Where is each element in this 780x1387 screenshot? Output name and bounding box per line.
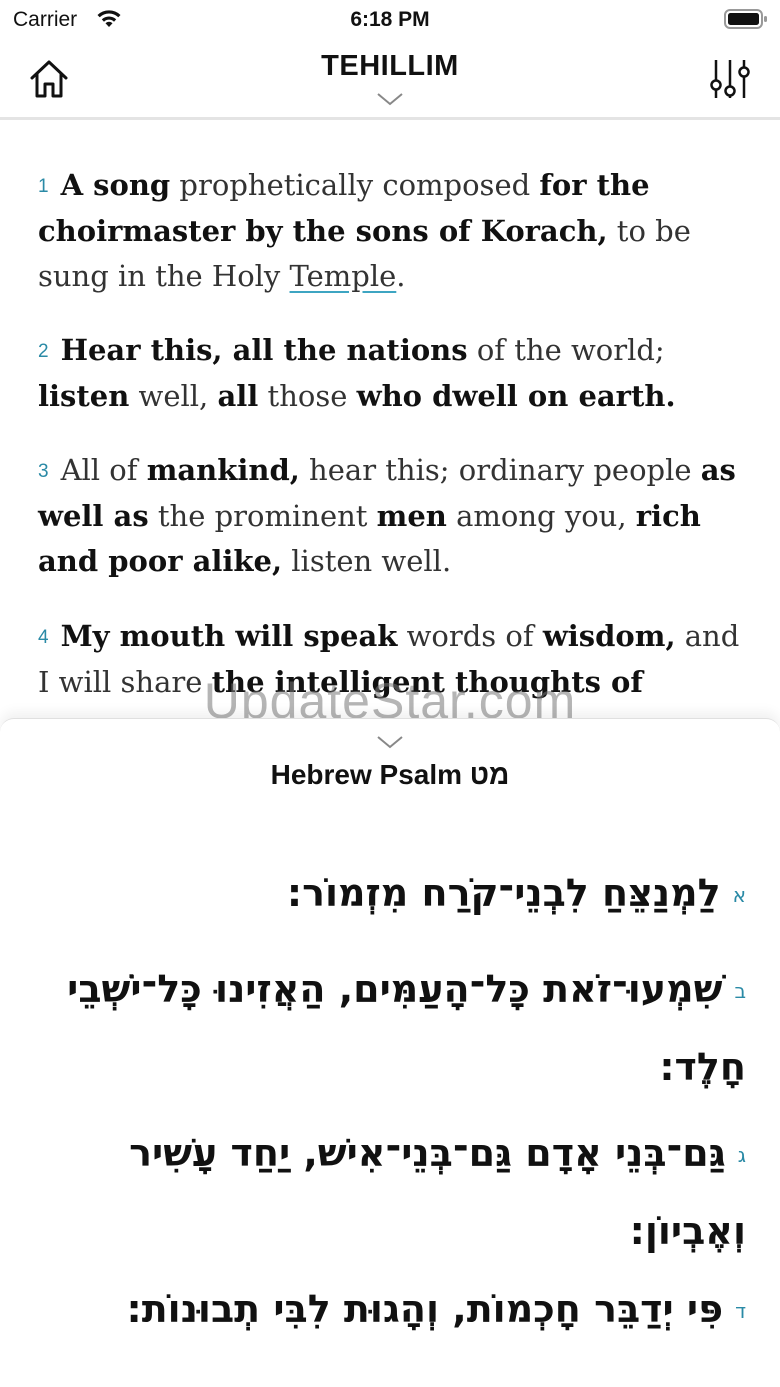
verse-text-bold: mankind, xyxy=(146,453,300,487)
chevron-down-icon[interactable] xyxy=(376,92,404,106)
verse-number: 2 xyxy=(38,341,49,362)
book-title[interactable]: TEHILLIM xyxy=(0,50,780,83)
hebrew-panel[interactable]: Hebrew Psalm מט א לַמְנַצֵּחַ לִבְנֵי־קֹר… xyxy=(0,718,780,1387)
sliders-icon[interactable] xyxy=(710,58,750,100)
nav-bar: TEHILLIM xyxy=(0,40,780,120)
verse-text: hear this; ordinary people xyxy=(299,453,701,487)
verse-2[interactable]: 2 Hear this, all the nations of the world… xyxy=(38,328,748,419)
verse-3[interactable]: 3 All of mankind, hear this; ordinary peo… xyxy=(38,448,748,584)
hebrew-verse-text: גַּם־בְּנֵי אָדָם גַּם־בְּנֵי־אִישׁ, יַח… xyxy=(129,1131,746,1253)
verse-text: among you, xyxy=(446,499,636,533)
chevron-down-icon[interactable] xyxy=(376,735,404,749)
verse-text-bold: Hear this, all the nations xyxy=(60,333,468,367)
verse-text: words of xyxy=(397,619,543,653)
verse-text: those xyxy=(258,379,357,413)
verse-number: 1 xyxy=(38,176,49,197)
verse-text: well, xyxy=(129,379,218,413)
hebrew-verse-text: פִּי יְדַבֵּר חָכְמוֹת, וְהָגוּת לִבִּי … xyxy=(126,1287,724,1331)
verse-text: the prominent xyxy=(148,499,377,533)
verse-text-bold: My mouth will speak xyxy=(60,619,398,653)
hebrew-verse-1[interactable]: א לַמְנַצֵּחַ לִבְנֵי־קֹרַח מִזְמוֹר: xyxy=(26,855,746,933)
verse-number: 3 xyxy=(38,461,49,482)
verse-text: of the world; xyxy=(467,333,665,367)
hebrew-panel-title: Hebrew Psalm מט xyxy=(270,759,510,790)
hebrew-verse-number: ד xyxy=(735,1299,746,1323)
status-time: 6:18 PM xyxy=(350,8,430,31)
verse-text: All of xyxy=(60,453,147,487)
verse-text-bold: listen xyxy=(38,379,130,413)
status-bar: Carrier 6:18 PM xyxy=(0,0,780,40)
verse-text-bold: wisdom, xyxy=(542,619,676,653)
hebrew-verse-text: לַמְנַצֵּחַ לִבְנֵי־קֹרַח מִזְמוֹר: xyxy=(286,871,721,915)
english-reader[interactable]: 1A song prophetically composed for the c… xyxy=(0,122,780,720)
hebrew-verse-4[interactable]: ד פִּי יְדַבֵּר חָכְמוֹת, וְהָגוּת לִבִּי… xyxy=(26,1271,746,1349)
verse-text: prophetically composed xyxy=(170,168,540,202)
hebrew-verse-text: שִׁמְעוּ־זֹאת כָּל־הָעַמִּים, הַאֲזִינוּ… xyxy=(67,967,746,1089)
battery-icon xyxy=(724,9,767,29)
hebrew-verse-2[interactable]: בשִׁמְעוּ־זֹאת כָּל־הָעַמִּים, הַאֲזִינו… xyxy=(26,951,746,1105)
verse-text-bold: who dwell on earth. xyxy=(356,379,676,413)
verse-number: 4 xyxy=(38,627,49,648)
temple-link[interactable]: Temple xyxy=(290,259,397,293)
verse-text: . xyxy=(396,259,406,293)
verse-1[interactable]: 1A song prophetically composed for the c… xyxy=(38,163,748,299)
verse-text-bold: A song xyxy=(60,168,171,202)
verse-text: listen well. xyxy=(282,544,452,578)
hebrew-verse-3[interactable]: גגַּם־בְּנֵי אָדָם גַּם־בְּנֵי־אִישׁ, יַ… xyxy=(26,1115,746,1269)
hebrew-verse-number: א xyxy=(732,883,746,907)
verse-text-bold: all xyxy=(217,379,259,413)
verse-text-bold: men xyxy=(376,499,447,533)
hebrew-verse-number: ג xyxy=(737,1143,746,1167)
hebrew-verse-number: ב xyxy=(734,979,746,1003)
